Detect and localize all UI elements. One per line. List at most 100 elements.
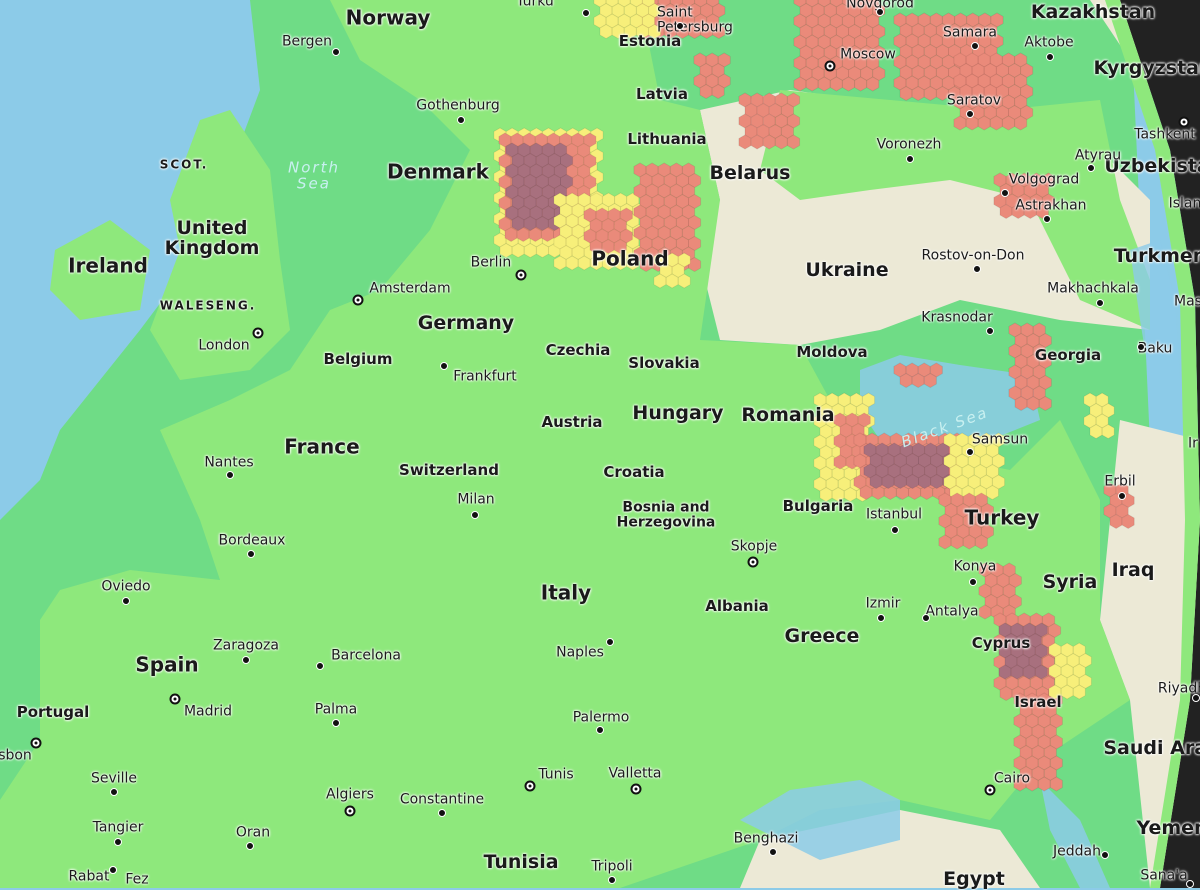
data-hex-cell	[869, 473, 883, 490]
country-label: Slovakia	[628, 354, 700, 373]
country-label: Portugal	[16, 703, 90, 722]
city-label: Atyrau	[1074, 147, 1122, 164]
city-marker-icon	[316, 662, 324, 670]
city-marker-icon	[30, 737, 42, 749]
city-marker-icon	[966, 448, 974, 456]
city-label: Milan	[457, 491, 495, 508]
city-marker-icon	[114, 838, 122, 846]
city-label: Tangier	[92, 819, 144, 836]
data-hex-cell	[978, 604, 992, 620]
data-hex-cell	[523, 215, 537, 232]
country-label: Estonia	[618, 32, 682, 51]
city-label: Astrakhan	[1015, 197, 1087, 214]
city-marker-icon	[1101, 851, 1109, 859]
city-label: Sana'a	[1140, 867, 1188, 884]
country-label: Albania	[705, 597, 769, 616]
country-label: Kyrgyzstan	[1093, 57, 1200, 80]
city-label: Naples	[556, 644, 604, 661]
country-label: Greece	[784, 625, 860, 648]
city-marker-icon	[247, 550, 255, 558]
city-marker-icon	[1043, 215, 1051, 223]
country-label: Bosnia and Herzegovina	[616, 499, 716, 530]
city-marker-icon	[110, 788, 118, 796]
data-hex-cell	[805, 76, 819, 92]
city-label: Berlin	[470, 254, 512, 271]
data-hex-cell	[1014, 395, 1028, 412]
country-label: Croatia	[603, 463, 665, 482]
country-label: Italy	[540, 580, 592, 605]
data-hex-cell	[1038, 395, 1052, 412]
city-marker-icon	[876, 8, 884, 16]
data-hex-cell	[523, 242, 537, 259]
city-label: Rabat	[68, 868, 110, 885]
city-marker-icon	[1001, 189, 1009, 197]
data-hex-cell	[962, 534, 976, 550]
city-marker-icon	[169, 693, 181, 705]
city-label: Erbil	[1104, 473, 1136, 490]
city-label: Bordeaux	[218, 532, 286, 549]
region-label: SCOT.	[159, 157, 209, 172]
country-label: Poland	[591, 246, 669, 271]
city-label: Tashkent	[1134, 126, 1196, 143]
data-hex-cell	[793, 76, 807, 92]
data-hex-cell	[1037, 776, 1051, 792]
city-marker-icon	[971, 42, 979, 50]
city-marker-icon	[747, 556, 759, 568]
city-marker-icon	[824, 60, 836, 72]
data-hex-cell	[511, 242, 525, 259]
region-label: ENG.	[215, 298, 257, 313]
data-hex-cell	[653, 273, 667, 289]
data-hex-cell	[535, 215, 549, 232]
city-label: Frankfurt	[453, 368, 517, 385]
data-hex-cell	[511, 215, 525, 232]
data-hex-cell	[1010, 664, 1024, 680]
city-marker-icon	[596, 726, 604, 734]
city-label: Valletta	[608, 765, 662, 782]
data-hex-cell	[1014, 115, 1028, 131]
city-label: Oviedo	[101, 578, 151, 595]
data-hex-cell	[833, 454, 847, 470]
city-marker-icon	[246, 842, 254, 850]
city-label: Rostov-on-Don	[921, 247, 1025, 264]
map-view[interactable]: Norway Estonia Latvia Lithuania Denmark Belar…	[0, 0, 1200, 889]
city-label: Madrid	[183, 703, 233, 720]
city-label: Makhachkala	[1047, 280, 1139, 297]
city-label: Amsterdam	[369, 280, 451, 297]
country-label: Turkmen	[1113, 245, 1200, 268]
city-label: Gothenburg	[416, 97, 500, 114]
data-hex-cell	[899, 85, 913, 102]
data-hex-cell	[1072, 684, 1086, 700]
city-marker-icon	[1046, 53, 1054, 61]
data-hex-cell	[565, 255, 579, 271]
city-marker-icon	[922, 614, 930, 622]
country-label: Belgium	[323, 350, 393, 369]
data-hex-cell	[950, 534, 964, 550]
country-label: Switzerland	[399, 461, 499, 480]
city-marker-icon	[877, 614, 885, 622]
city-marker-icon	[352, 294, 364, 306]
country-label: Romania	[741, 404, 835, 427]
country-label: Iraq	[1111, 559, 1155, 582]
data-hex-cell	[930, 473, 944, 490]
data-hex-cell	[965, 115, 979, 131]
data-hex-cell	[738, 134, 752, 150]
city-label: Saint Petersburg	[657, 4, 733, 35]
data-hex-cell	[1101, 423, 1115, 440]
city-label: Samsun	[971, 431, 1029, 448]
data-hex-cell	[1121, 513, 1135, 530]
city-label: Samara	[942, 24, 998, 41]
data-hex-cell	[1049, 776, 1063, 792]
data-hex-cell	[677, 273, 691, 289]
country-label: Georgia	[1034, 346, 1102, 365]
data-hex-cell	[923, 85, 937, 102]
city-marker-icon	[969, 578, 977, 586]
country-label: France	[284, 434, 360, 459]
city-label: Fez	[125, 871, 149, 888]
city-label: Algiers	[326, 786, 374, 803]
data-hex-cell	[1022, 664, 1036, 680]
data-hex-cell	[923, 372, 937, 389]
city-label: Volgograd	[1008, 171, 1080, 188]
country-label: United Kingdom	[164, 217, 260, 259]
data-hex-cell	[1026, 395, 1040, 412]
data-hex-cell	[577, 255, 591, 271]
